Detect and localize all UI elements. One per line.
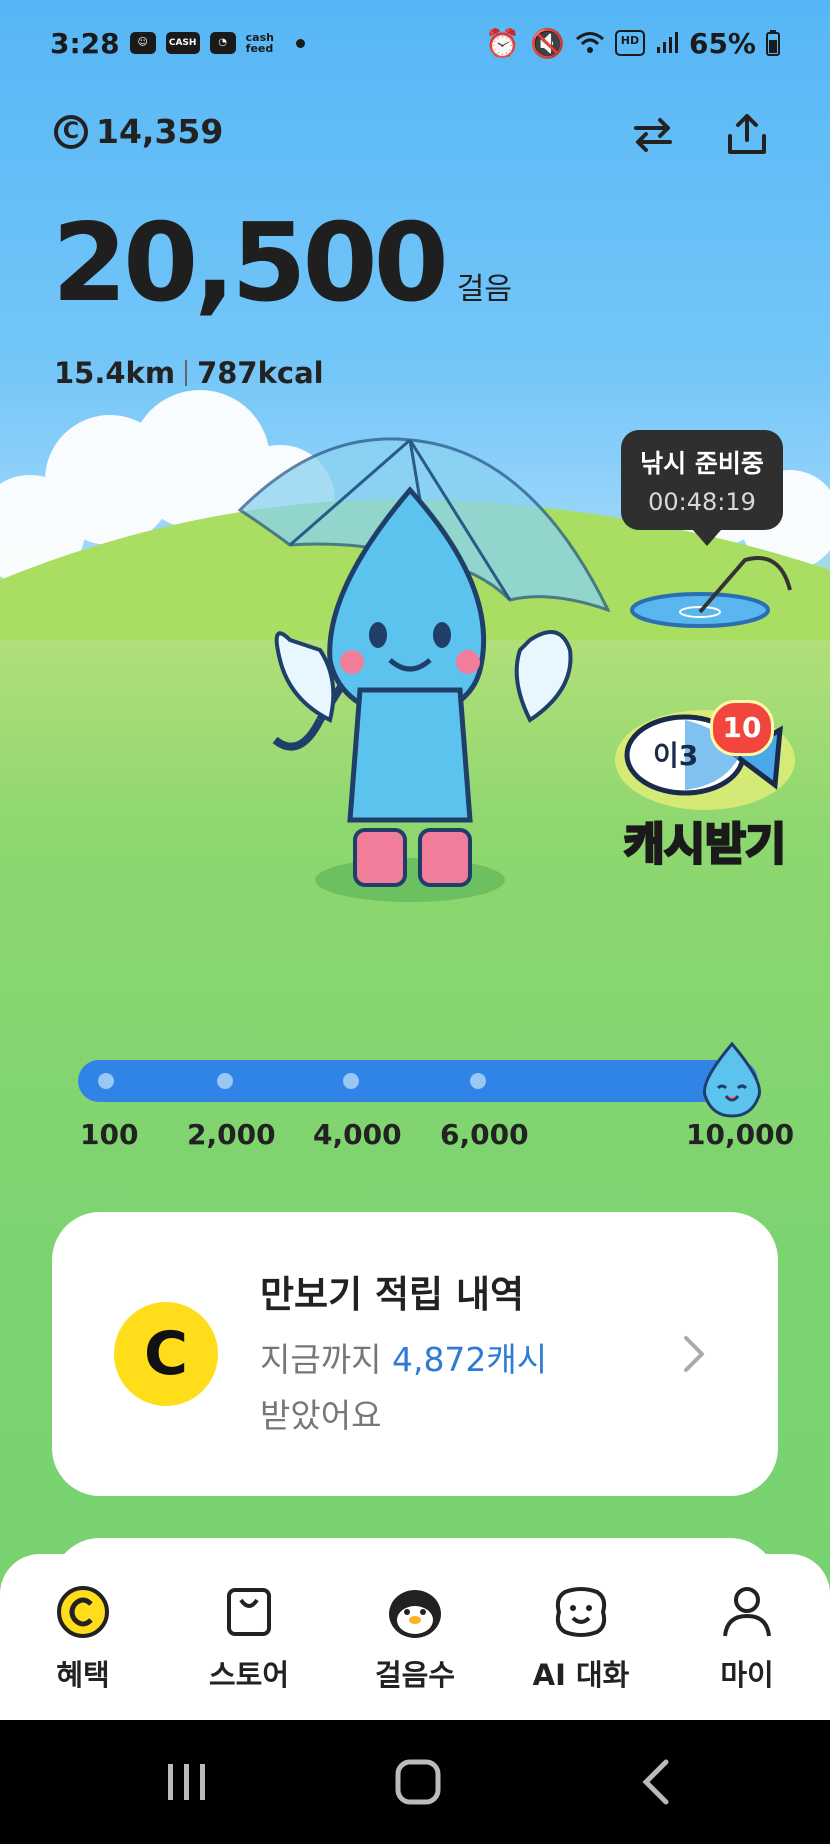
screen: 3:28 ☺ CASH ◔ cash feed ⏰ 🔇 HD 65% C 14,… (0, 0, 830, 1844)
cash-balance-value: 14,359 (96, 112, 224, 151)
progress-labels: 100 2,000 4,000 6,000 10,000 (0, 1118, 830, 1158)
bottom-navigation: 혜택 스토어 걸음수 AI 대화 마이 (0, 1554, 830, 1720)
fishing-status-tooltip[interactable]: 낚시 준비중 00:48:19 (621, 430, 783, 546)
progress-milestone-dot (217, 1073, 233, 1089)
step-progress-bar (78, 1060, 758, 1102)
penguin-icon (389, 1590, 441, 1638)
progress-milestone-dot (343, 1073, 359, 1089)
back-icon[interactable] (630, 1756, 682, 1808)
nav-label: 혜택 (56, 1658, 110, 1692)
nav-item-steps[interactable]: 걸음수 (335, 1554, 495, 1694)
fishing-status-title: 낚시 준비중 (640, 449, 764, 478)
chevron-right-icon (684, 1336, 704, 1372)
progress-label: 100 (80, 1118, 139, 1151)
home-icon[interactable] (392, 1756, 444, 1808)
cash-receive-label: 캐시받기 (623, 818, 788, 872)
nav-item-ai-chat[interactable]: AI 대화 (501, 1554, 661, 1694)
alarm-icon: ⏰ (485, 26, 521, 60)
step-counter: 20,500 걸음 (52, 210, 512, 318)
nav-item-my[interactable]: 마이 (667, 1554, 827, 1694)
cash-coin-icon: C (114, 1302, 218, 1406)
battery-icon (766, 30, 780, 56)
nav-item-benefits[interactable]: 혜택 (3, 1554, 163, 1694)
progress-label: 2,000 (187, 1118, 276, 1151)
fish-icon: 이3 (615, 710, 795, 810)
notification-more-dot (295, 38, 305, 48)
signal-icon (656, 32, 678, 53)
hd-voice-icon: HD (614, 30, 645, 56)
status-time: 3:28 (50, 26, 120, 60)
progress-label: 4,000 (313, 1118, 402, 1151)
fishing-timer: 00:48:19 (648, 488, 756, 516)
coin-icon (57, 1586, 109, 1638)
share-icon[interactable] (724, 112, 770, 158)
wifi-icon (576, 32, 604, 53)
progress-drop-marker (703, 1041, 761, 1118)
battery-percent: 65% (688, 26, 756, 60)
progress-label: 10,000 (686, 1118, 795, 1151)
cash-receive-badge: 10 (710, 700, 774, 756)
step-history-card[interactable]: C 만보기 적립 내역 지금까지 4,872캐시 받았어요 (52, 1212, 778, 1496)
cash-coin-icon: C (54, 114, 88, 149)
shopping-bag-icon (227, 1588, 271, 1636)
history-card-description: 지금까지 4,872캐시 받았어요 (260, 1332, 640, 1444)
fishing-pond-icon[interactable] (630, 550, 800, 630)
mute-icon: 🔇 (530, 26, 565, 60)
calories-value: 787kcal (197, 356, 324, 390)
notification-cash-icon: CASH (165, 32, 200, 54)
cash-balance[interactable]: C 14,359 (54, 112, 223, 151)
cash-receive-button[interactable]: 이3 10 캐시받기 (605, 700, 805, 875)
history-desc-suffix: 받았어요 (260, 1396, 382, 1435)
step-count: 20,500 (52, 201, 449, 326)
notification-app-icon: ☺ (129, 32, 156, 54)
person-icon (723, 1587, 771, 1637)
system-navigation-bar (0, 1720, 830, 1844)
smile-face-icon (555, 1587, 607, 1637)
nav-label: 마이 (720, 1658, 774, 1692)
progress-milestone-dot (470, 1073, 486, 1089)
step-unit: 걸음 (456, 272, 512, 307)
nav-item-store[interactable]: 스토어 (169, 1554, 329, 1694)
nav-label: 걸음수 (374, 1658, 456, 1692)
progress-label: 6,000 (440, 1118, 529, 1151)
nav-label: 스토어 (208, 1658, 290, 1692)
step-stats: 15.4km 787kcal (54, 356, 324, 390)
fish-text: 이3 (653, 739, 698, 772)
nav-label: AI 대화 (532, 1658, 630, 1692)
history-desc-prefix: 지금까지 (260, 1340, 382, 1379)
distance-value: 15.4km (54, 356, 176, 390)
recent-apps-icon[interactable] (160, 1756, 214, 1808)
notification-clock-icon: ◔ (209, 32, 236, 54)
history-desc-amount: 4,872캐시 (391, 1340, 548, 1379)
swap-icon[interactable] (630, 112, 676, 158)
notification-cashfeed-icon: cash feed (245, 31, 274, 55)
status-bar: 3:28 ☺ CASH ◔ cash feed ⏰ 🔇 HD 65% (50, 18, 780, 68)
history-card-title: 만보기 적립 내역 (260, 1273, 525, 1316)
progress-milestone-dot (98, 1073, 114, 1089)
water-drop-character[interactable] (230, 420, 610, 920)
stats-divider (185, 360, 188, 386)
